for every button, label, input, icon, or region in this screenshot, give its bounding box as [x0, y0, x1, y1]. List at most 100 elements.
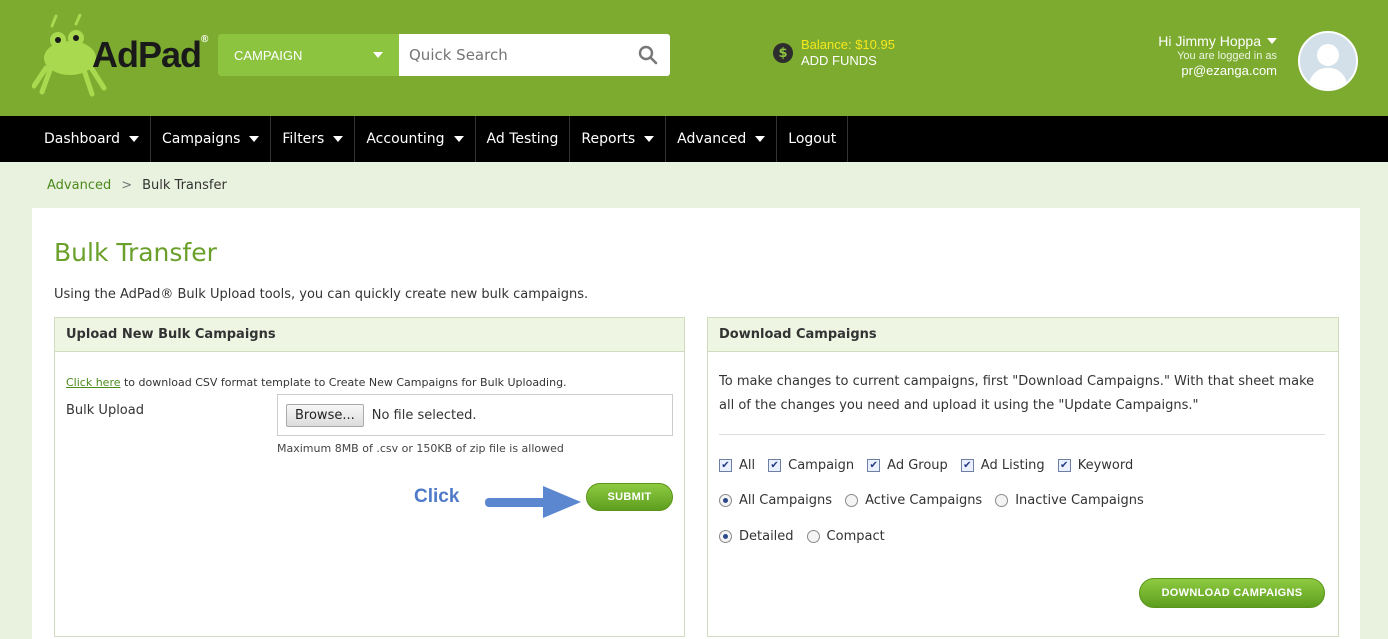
breadcrumb-advanced[interactable]: Advanced	[47, 178, 111, 193]
checkbox-label: Ad Group	[887, 458, 948, 473]
balance-widget: $ Balance: $10.95 ADD FUNDS	[773, 37, 895, 69]
radio-icon[interactable]	[995, 494, 1009, 507]
format-radios: Detailed Compact	[719, 529, 898, 544]
caret-down-icon	[333, 136, 344, 142]
search-input[interactable]	[399, 34, 626, 76]
checkbox-label: Ad Listing	[980, 458, 1045, 473]
radio-icon[interactable]	[806, 530, 820, 543]
radio-format-detailed[interactable]: Detailed	[719, 529, 794, 544]
nav-item-label: Filters	[282, 131, 325, 147]
checkbox-all[interactable]: ✔ All	[719, 458, 755, 473]
registered-mark: ®	[201, 34, 208, 45]
nav-item-label: Accounting	[366, 131, 445, 147]
template-download-text: to download CSV format template to Creat…	[120, 376, 567, 389]
nav-item-campaigns[interactable]: Campaigns	[151, 116, 272, 162]
caret-down-icon	[453, 136, 464, 142]
radio-scope-inactive-campaigns[interactable]: Inactive Campaigns	[995, 493, 1144, 508]
entity-checkboxes: ✔ All ✔ Campaign ✔ Ad Group ✔ Ad Listing ✔ Keywor…	[719, 458, 1146, 473]
template-download-link[interactable]: Click here	[66, 376, 121, 389]
avatar[interactable]	[1298, 31, 1358, 91]
search-button[interactable]	[626, 34, 670, 76]
dollar-icon: $	[773, 43, 793, 63]
radio-label: Active Campaigns	[865, 493, 983, 508]
user-email: pr@ezanga.com	[1181, 63, 1277, 78]
radio-label: Inactive Campaigns	[1015, 493, 1144, 508]
top-header: AdPad® CAMPAIGN $ Balance: $10.95 ADD FU…	[0, 0, 1388, 116]
caret-down-icon	[249, 136, 260, 142]
balance-amount: Balance: $10.95	[801, 37, 895, 52]
template-download-line: Click here to download CSV format templa…	[66, 376, 567, 389]
adpad-logo[interactable]: AdPad®	[31, 13, 208, 100]
breadcrumb-current: Bulk Transfer	[142, 178, 227, 193]
campaign-scope-radios: All Campaigns Active Campaigns Inactive Ca…	[719, 493, 1157, 508]
nav-item-filters[interactable]: Filters	[271, 116, 356, 162]
caret-down-icon	[1267, 38, 1277, 44]
download-panel-heading: Download Campaigns	[708, 318, 1338, 352]
logged-in-label: You are logged in as	[1177, 50, 1277, 62]
nav-item-label: Advanced	[677, 131, 747, 147]
user-info: Hi Jimmy Hoppa You are logged in as pr@e…	[1158, 33, 1277, 78]
page-title: Bulk Transfer	[54, 238, 217, 267]
nav-item-label: Logout	[788, 131, 837, 147]
add-funds-link[interactable]: ADD FUNDS	[801, 53, 877, 68]
click-annotation: Click	[414, 486, 460, 507]
file-size-note: Maximum 8MB of .csv or 150KB of zip file…	[277, 442, 564, 455]
radio-scope-active-campaigns[interactable]: Active Campaigns	[845, 493, 982, 508]
submit-button[interactable]: SUBMIT	[586, 483, 673, 511]
download-campaigns-button[interactable]: DOWNLOAD CAMPAIGNS	[1139, 578, 1325, 608]
radio-format-compact[interactable]: Compact	[806, 529, 885, 544]
upload-panel: Upload New Bulk Campaigns Click here to …	[54, 317, 685, 637]
radio-icon[interactable]	[719, 530, 732, 543]
radio-label: All Campaigns	[739, 493, 833, 508]
upload-panel-heading: Upload New Bulk Campaigns	[55, 318, 684, 352]
caret-down-icon	[128, 136, 139, 142]
checkbox-icon[interactable]: ✔	[768, 459, 782, 472]
nav-item-advanced[interactable]: Advanced	[666, 116, 778, 162]
nav-item-label: Reports	[581, 131, 636, 147]
main-panel: Bulk Transfer Using the AdPad® Bulk Uplo…	[32, 208, 1360, 639]
divider	[719, 434, 1325, 435]
caret-down-icon	[644, 136, 655, 142]
checkbox-icon[interactable]: ✔	[719, 459, 732, 472]
caret-down-icon	[755, 136, 766, 142]
arrow-right-icon	[485, 486, 581, 518]
radio-scope-all-campaigns[interactable]: All Campaigns	[719, 493, 832, 508]
file-status: No file selected.	[371, 407, 477, 423]
checkbox-ad-group[interactable]: ✔ Ad Group	[867, 458, 948, 473]
nav-item-label: Ad Testing	[486, 131, 559, 147]
breadcrumb-separator: >	[121, 178, 133, 193]
checkbox-icon[interactable]: ✔	[1057, 459, 1071, 472]
radio-label: Compact	[826, 529, 885, 544]
nav-item-accounting[interactable]: Accounting	[355, 116, 476, 162]
search-category-select[interactable]: CAMPAIGN	[218, 34, 399, 76]
checkbox-icon[interactable]: ✔	[960, 459, 974, 472]
radio-icon[interactable]	[845, 494, 859, 507]
page-description: Using the AdPad® Bulk Upload tools, you …	[54, 287, 589, 302]
nav-item-logout[interactable]: Logout	[777, 116, 849, 162]
checkbox-label: Campaign	[788, 458, 855, 473]
download-instructions: To make changes to current campaigns, fi…	[719, 374, 1315, 413]
browse-button[interactable]: Browse...	[286, 403, 364, 427]
radio-icon[interactable]	[719, 494, 732, 507]
nav-item-reports[interactable]: Reports	[570, 116, 667, 162]
user-menu-toggle[interactable]: Hi Jimmy Hoppa	[1158, 33, 1277, 49]
checkbox-keyword[interactable]: ✔ Keyword	[1057, 458, 1134, 473]
logo-text: AdPad	[92, 34, 202, 75]
main-nav: Dashboard Campaigns Filters Accounting Ad Te…	[0, 116, 1388, 162]
checkbox-icon[interactable]: ✔	[867, 459, 881, 472]
nav-item-dashboard[interactable]: Dashboard	[33, 116, 151, 162]
download-panel: Download Campaigns To make changes to cu…	[707, 317, 1339, 637]
checkbox-campaign[interactable]: ✔ Campaign	[768, 458, 854, 473]
nav-item-label: Dashboard	[44, 131, 120, 147]
breadcrumb: Advanced > Bulk Transfer	[47, 178, 227, 193]
radio-label: Detailed	[739, 529, 794, 544]
caret-down-icon	[373, 52, 383, 58]
checkbox-label: Keyword	[1077, 458, 1134, 473]
nav-item-ad-testing[interactable]: Ad Testing	[476, 116, 571, 162]
nav-item-label: Campaigns	[161, 131, 241, 147]
bulk-upload-label: Bulk Upload	[66, 403, 144, 418]
checkbox-label: All	[739, 458, 756, 473]
checkbox-ad-listing[interactable]: ✔ Ad Listing	[960, 458, 1045, 473]
search-category-label: CAMPAIGN	[234, 47, 303, 63]
file-upload-field: Browse... No file selected.	[277, 394, 673, 436]
